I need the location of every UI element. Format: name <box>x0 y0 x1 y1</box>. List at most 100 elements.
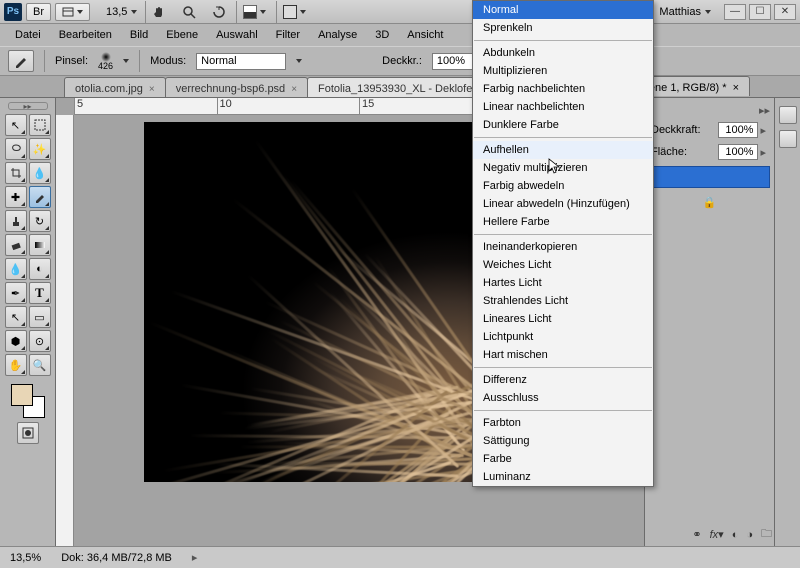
blend-mode-option[interactable]: Aufhellen <box>473 141 653 159</box>
chevron-down-icon[interactable] <box>131 10 137 14</box>
panel-icon[interactable] <box>779 106 797 124</box>
layer-row-active[interactable] <box>649 166 770 188</box>
blend-mode-option[interactable]: Weiches Licht <box>473 256 653 274</box>
blend-mode-option[interactable]: Sprenkeln <box>473 19 653 37</box>
blur-tool[interactable]: 💧 <box>5 258 27 280</box>
menu-analyse[interactable]: Analyse <box>311 27 364 43</box>
lasso-tool[interactable] <box>5 138 27 160</box>
hand-tool-button[interactable] <box>146 3 172 21</box>
fx-icon[interactable]: fx▾ <box>710 528 724 541</box>
panel-icon[interactable] <box>779 130 797 148</box>
menu-filter[interactable]: Filter <box>269 27 307 43</box>
close-icon[interactable]: × <box>149 84 155 95</box>
tab-1[interactable]: verrechnung-bsp6.psd× <box>165 77 308 97</box>
blend-mode-option[interactable]: Negativ multiplizieren <box>473 159 653 177</box>
mask-icon[interactable]: ◐ <box>732 529 739 541</box>
blend-mode-option[interactable]: Abdunkeln <box>473 44 653 62</box>
brush-tool[interactable] <box>29 186 51 208</box>
type-tool[interactable]: T <box>29 282 51 304</box>
minimize-button[interactable]: — <box>724 4 746 20</box>
fg-color-swatch[interactable] <box>11 384 33 406</box>
close-icon[interactable]: × <box>733 82 739 94</box>
arrange-button[interactable] <box>237 3 272 21</box>
history-brush-tool[interactable]: ↻ <box>29 210 51 232</box>
heal-tool[interactable]: ✚ <box>5 186 27 208</box>
blend-mode-option[interactable]: Multiplizieren <box>473 62 653 80</box>
screenmode-button[interactable] <box>277 3 312 21</box>
blend-mode-option[interactable]: Linear abwedeln (Hinzufügen) <box>473 195 653 213</box>
3d-tool[interactable]: ⬢ <box>5 330 27 352</box>
blend-mode-option[interactable]: Sättigung <box>473 432 653 450</box>
chevron-down-icon[interactable] <box>705 10 711 14</box>
close-icon[interactable]: × <box>291 84 297 95</box>
3d-camera-tool[interactable]: ⊙ <box>29 330 51 352</box>
history-button[interactable] <box>55 3 90 21</box>
dodge-tool[interactable]: ◐ <box>29 258 51 280</box>
blend-mode-dropdown[interactable]: NormalSprenkelnAbdunkelnMultiplizierenFa… <box>472 0 654 487</box>
current-tool-icon[interactable] <box>8 50 34 72</box>
pen-tool[interactable]: ✒ <box>5 282 27 304</box>
brush-preset[interactable]: 426 <box>98 52 113 71</box>
deckkraft-value[interactable]: 100% <box>718 122 758 138</box>
blend-mode-option[interactable]: Dunklere Farbe <box>473 116 653 134</box>
blend-mode-option[interactable]: Farbig abwedeln <box>473 177 653 195</box>
zoom-value[interactable]: 13,5 <box>106 6 127 18</box>
eyedropper-tool[interactable]: 💧 <box>29 162 51 184</box>
menu-bearbeiten[interactable]: Bearbeiten <box>52 27 119 43</box>
tab-2[interactable]: Fotolia_13953930_XL - Deklofer× <box>307 77 499 97</box>
workspace-label[interactable]: Matthias <box>659 6 701 18</box>
crop-tool[interactable] <box>5 162 27 184</box>
move-tool[interactable]: ↖ <box>5 114 27 136</box>
blend-mode-option[interactable]: Differenz <box>473 371 653 389</box>
bridge-button[interactable]: Br <box>26 3 51 21</box>
blend-mode-option[interactable]: Farbe <box>473 450 653 468</box>
folder-icon[interactable]: 🗀 <box>761 525 772 544</box>
menu-ansicht[interactable]: Ansicht <box>400 27 450 43</box>
hand-tool[interactable]: ✋ <box>5 354 27 376</box>
color-swatches[interactable] <box>11 384 45 418</box>
adjustment-icon[interactable]: ◑ <box>746 529 753 541</box>
blend-mode-option[interactable]: Linear nachbelichten <box>473 98 653 116</box>
blend-mode-option[interactable]: Ineinanderkopieren <box>473 238 653 256</box>
menu-auswahl[interactable]: Auswahl <box>209 27 265 43</box>
quickmask-button[interactable] <box>17 422 39 444</box>
mode-select[interactable]: Normal <box>196 53 286 70</box>
close-button[interactable]: ✕ <box>774 4 796 20</box>
panel-collapse-icon[interactable]: ▸▸ <box>759 104 770 116</box>
blend-mode-option[interactable]: Hellere Farbe <box>473 213 653 231</box>
flaeche-value[interactable]: 100% <box>718 144 758 160</box>
marquee-tool[interactable] <box>29 114 51 136</box>
menu-ebene[interactable]: Ebene <box>159 27 205 43</box>
rotate-view-button[interactable] <box>206 3 232 21</box>
lock-icon[interactable]: 🔒 <box>703 196 717 209</box>
eraser-tool[interactable] <box>5 234 27 256</box>
blend-mode-option[interactable]: Lichtpunkt <box>473 328 653 346</box>
opacity-input[interactable]: 100% <box>432 53 474 70</box>
maximize-button[interactable]: ☐ <box>749 4 771 20</box>
blend-mode-option[interactable]: Hart mischen <box>473 346 653 364</box>
menu-3d[interactable]: 3D <box>368 27 396 43</box>
blend-mode-option[interactable]: Ausschluss <box>473 389 653 407</box>
tab-3[interactable]: ene 1, RGB/8) *× <box>638 76 750 96</box>
tab-0[interactable]: otolia.com.jpg× <box>64 77 166 97</box>
path-select-tool[interactable]: ↖ <box>5 306 27 328</box>
link-icon[interactable]: ⚭ <box>692 528 701 541</box>
wand-tool[interactable]: ✨ <box>29 138 51 160</box>
menu-datei[interactable]: Datei <box>8 27 48 43</box>
blend-mode-option[interactable]: Farbton <box>473 414 653 432</box>
zoom-tool-button[interactable] <box>176 3 202 21</box>
blend-mode-option[interactable]: Strahlendes Licht <box>473 292 653 310</box>
blend-mode-option[interactable]: Hartes Licht <box>473 274 653 292</box>
menu-bild[interactable]: Bild <box>123 27 155 43</box>
zoom-tool[interactable]: 🔍 <box>29 354 51 376</box>
gradient-tool[interactable] <box>29 234 51 256</box>
blend-mode-option[interactable]: Normal <box>473 1 653 19</box>
blend-mode-option[interactable]: Luminanz <box>473 468 653 486</box>
blend-mode-option[interactable]: Farbig nachbelichten <box>473 80 653 98</box>
status-zoom[interactable]: 13,5% <box>10 552 41 564</box>
shape-tool[interactable]: ▭ <box>29 306 51 328</box>
blend-mode-option[interactable]: Lineares Licht <box>473 310 653 328</box>
chevron-down-icon[interactable] <box>296 59 302 63</box>
chevron-down-icon[interactable] <box>123 59 129 63</box>
stamp-tool[interactable] <box>5 210 27 232</box>
